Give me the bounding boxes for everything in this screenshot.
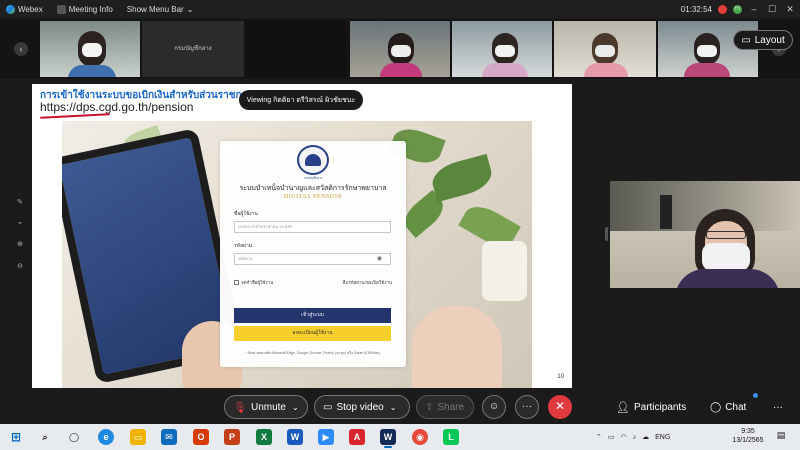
system-tray: ⌃ ▭ ◠ ♪ ☁ ENG: [596, 428, 670, 446]
participant-tile[interactable]: [452, 21, 552, 77]
minimize-button[interactable]: –: [748, 4, 760, 14]
splitter-handle[interactable]: [605, 227, 608, 241]
zoom-app-icon[interactable]: ▶: [318, 429, 334, 445]
panel-more-button[interactable]: ···: [773, 397, 783, 417]
powerpoint-icon[interactable]: P: [224, 429, 240, 445]
annotate-pointer-icon[interactable]: ✎: [15, 198, 25, 208]
edge-browser-icon[interactable]: e: [98, 429, 114, 445]
excel-icon[interactable]: X: [256, 429, 272, 445]
password-label: รหัสผ่าน: [234, 243, 253, 249]
url-underline-decoration: [39, 113, 111, 119]
active-speaker-video[interactable]: [610, 181, 800, 288]
notification-icon[interactable]: ▤: [774, 430, 788, 442]
file-explorer-icon[interactable]: ▭: [130, 429, 146, 445]
share-screen-icon: ⇪: [425, 401, 434, 413]
chevron-down-icon[interactable]: ⌄: [292, 403, 299, 412]
stop-video-button[interactable]: ▭ Stop video ⌄: [314, 395, 410, 419]
show-password-icon[interactable]: ◉: [377, 254, 382, 264]
glasses: [706, 231, 746, 239]
digital-pension-label: DIGITAL PENSION: [284, 194, 342, 200]
layout-icon: ▭: [741, 34, 751, 46]
login-page-photo: กรมบัญชีกลาง ระบบบำเหน็จบำนาญและสวัสดิกา…: [62, 121, 532, 388]
participant-tile[interactable]: [40, 21, 140, 77]
browser-note: * Best view with Microsoft Edge, Google …: [245, 351, 381, 355]
smile-icon: ☺: [488, 401, 500, 412]
line-app-icon[interactable]: L: [443, 429, 459, 445]
checkbox-icon: [234, 280, 239, 285]
office-icon[interactable]: O: [193, 429, 209, 445]
password-field[interactable]: รหัสผ่าน ◉: [234, 253, 391, 265]
chevron-down-icon: ⌄: [186, 4, 194, 14]
login-card: กรมบัญชีกลาง ระบบบำเหน็จบำนาญและสวัสดิกา…: [220, 141, 406, 367]
viewing-indicator[interactable]: Viewing กิตติยา ตรีวิสรณ์ ผิวชัยชนะ: [239, 90, 363, 110]
people-icon: 👤︎: [616, 401, 630, 414]
username-field[interactable]: เลขประจำตัวประชาชน 13 หลัก: [234, 221, 391, 233]
layout-button[interactable]: ▭ Layout: [733, 30, 793, 50]
comptroller-general-seal-icon: [297, 145, 329, 175]
windows-taskbar: [0, 424, 800, 450]
mail-icon[interactable]: ✉: [161, 429, 177, 445]
zoom-in-icon[interactable]: ⊕: [15, 240, 25, 250]
participant-tile[interactable]: [554, 21, 656, 77]
annotate-pen-icon[interactable]: ⌁: [15, 219, 25, 229]
chevron-up-icon[interactable]: ⌃: [596, 433, 602, 441]
more-options-button[interactable]: ···: [515, 395, 539, 419]
webex-taskbar-icon[interactable]: W: [380, 429, 396, 448]
chat-unread-badge: [753, 393, 758, 398]
taskbar-clock[interactable]: 9:35 13/1/2565: [730, 427, 766, 445]
task-view-icon[interactable]: ◯: [66, 429, 82, 445]
title-bar: Webex Meeting Info Show Menu Bar ⌄ 01:32…: [0, 0, 800, 18]
word-icon[interactable]: W: [287, 429, 303, 445]
recording-indicator-icon: [718, 4, 727, 14]
reactions-button[interactable]: ☺: [482, 395, 506, 419]
meeting-timer: 01:32:54: [680, 4, 712, 14]
close-window-button[interactable]: ✕: [784, 4, 796, 15]
volume-icon[interactable]: ♪: [633, 434, 637, 441]
battery-icon[interactable]: ▭: [608, 433, 615, 441]
shared-screen-slide: การเข้าใช้งานระบบขอเบิกเงินสำหรับส่วนราช…: [32, 84, 572, 388]
video-camera-icon: ▭: [323, 401, 333, 413]
chat-button[interactable]: ◯ Chat: [710, 397, 746, 417]
zoom-out-icon[interactable]: ⊖: [15, 262, 25, 272]
system-title: ระบบบำเหน็จบำนาญและสวัสดิการรักษาพยาบาล: [239, 185, 387, 192]
info-icon: [56, 4, 66, 14]
participant-tile[interactable]: กรมบัญชีกลาง: [142, 21, 244, 77]
network-icon[interactable]: ◠: [621, 433, 627, 441]
slide-page-number: 10: [557, 374, 564, 380]
webex-meeting-window: Webex Meeting Info Show Menu Bar ⌄ 01:32…: [0, 0, 800, 450]
share-button[interactable]: ⇪ Share: [416, 395, 474, 419]
show-menu-bar-button[interactable]: Show Menu Bar ⌄: [127, 5, 194, 14]
app-title: Webex: [6, 4, 43, 14]
webex-logo-icon: [6, 4, 15, 14]
slide-url: https://dps.cgd.go.th/pension: [40, 100, 194, 114]
search-icon[interactable]: ⌕: [37, 429, 53, 445]
end-meeting-button[interactable]: ✕: [548, 395, 572, 419]
mic-muted-icon: 🎙︎: [233, 401, 247, 414]
username-label: ชื่อผู้ใช้งาน: [234, 211, 258, 217]
register-button[interactable]: ลงทะเบียนผู้ใช้งาน: [234, 326, 391, 341]
keyboard-language[interactable]: ENG: [655, 434, 670, 441]
meeting-info-button[interactable]: Meeting Info: [56, 4, 113, 14]
participants-button[interactable]: 👤︎ Participants: [616, 397, 686, 417]
acrobat-icon[interactable]: A: [349, 429, 365, 445]
onedrive-icon[interactable]: ☁: [642, 433, 649, 441]
remember-me-checkbox[interactable]: จดจำชื่อผู้ใช้งาน: [234, 279, 273, 286]
chevron-down-icon[interactable]: ⌄: [390, 403, 397, 412]
forgot-password-link[interactable]: ลืมรหัสผ่าน/ขอเปิดใช้งาน: [343, 279, 393, 286]
strip-prev-button[interactable]: ‹: [14, 42, 28, 56]
participant-tile[interactable]: [350, 21, 450, 77]
user-avatar[interactable]: HI: [733, 4, 742, 14]
app-name: Webex: [18, 4, 43, 14]
unmute-button[interactable]: 🎙︎ Unmute ⌄: [224, 395, 308, 419]
maximize-button[interactable]: ☐: [766, 4, 778, 15]
chat-bubble-icon: ◯: [710, 401, 722, 413]
login-button[interactable]: เข้าสู่ระบบ: [234, 308, 391, 323]
start-windows-icon[interactable]: ⊞: [8, 429, 24, 445]
chrome-icon[interactable]: ◉: [412, 429, 428, 445]
participant-tile[interactable]: [246, 21, 346, 77]
